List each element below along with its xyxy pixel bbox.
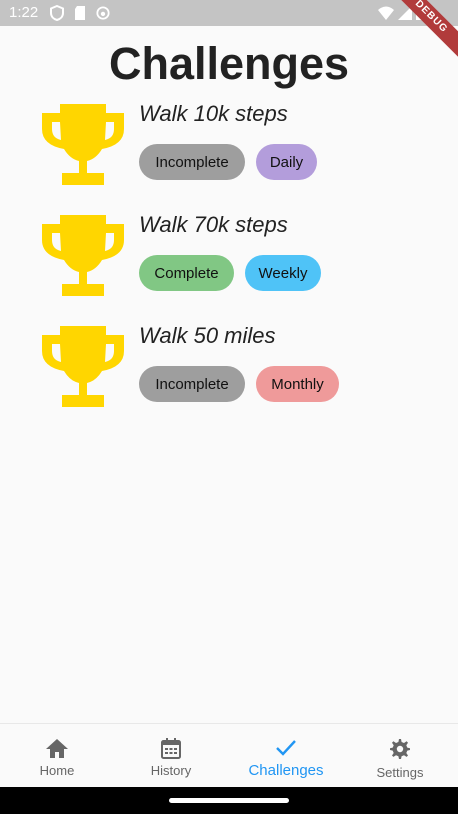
status-left-icons <box>50 5 110 21</box>
challenge-item[interactable]: Walk 50 miles Incomplete Monthly <box>40 323 440 413</box>
nav-item-challenges[interactable]: Challenges <box>229 724 343 788</box>
status-chip[interactable]: Incomplete <box>139 366 245 402</box>
status-bar: 1:22 DEBUG <box>0 0 458 63</box>
status-time: 1:22 <box>9 4 39 21</box>
nav-label: Settings <box>376 765 424 780</box>
bottom-navigation: Home History Challenges Settings <box>0 723 458 787</box>
trophy-icon <box>42 326 124 407</box>
check-icon <box>276 740 296 756</box>
page-title: Challenges <box>108 38 350 89</box>
home-icon <box>46 739 68 758</box>
challenge-name: Walk 70k steps <box>139 212 288 237</box>
sd-card-icon <box>75 6 85 20</box>
period-chip[interactable]: Weekly <box>245 255 321 291</box>
nav-item-home[interactable]: Home <box>0 724 114 788</box>
nav-item-history[interactable]: History <box>114 724 228 788</box>
period-chip[interactable]: Monthly <box>256 366 339 402</box>
challenge-name: Walk 50 miles <box>139 323 276 348</box>
status-chip[interactable]: Incomplete <box>139 144 245 180</box>
shield-icon <box>50 5 64 21</box>
nav-item-settings[interactable]: Settings <box>343 724 457 788</box>
period-chip[interactable]: Daily <box>256 144 317 180</box>
nav-label: Home <box>39 763 75 778</box>
home-gesture-handle[interactable] <box>169 798 289 803</box>
trophy-icon <box>42 104 124 185</box>
status-chip[interactable]: Complete <box>139 255 234 291</box>
trophy-icon <box>42 215 124 296</box>
wifi-icon <box>378 6 394 20</box>
nav-label: History <box>150 763 192 778</box>
face-icon <box>96 6 110 20</box>
challenge-item[interactable]: Walk 70k steps Complete Weekly <box>40 212 440 302</box>
challenge-name: Walk 10k steps <box>139 101 288 126</box>
system-navigation-bar <box>0 787 458 814</box>
calendar-icon <box>161 738 181 759</box>
gear-icon <box>390 739 410 759</box>
nav-label: Challenges <box>248 762 324 779</box>
challenge-item[interactable]: Walk 10k steps Incomplete Daily <box>40 101 440 191</box>
